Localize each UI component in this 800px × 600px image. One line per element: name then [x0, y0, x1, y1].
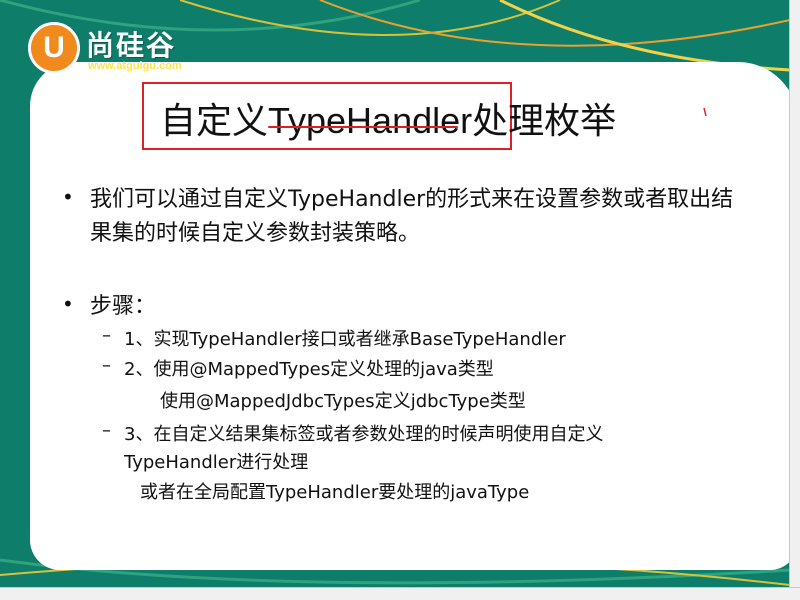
slide-title: 自定义TypeHandler处理枚举 [160, 100, 617, 141]
step-item-continuation: 使用@MappedJdbcTypes定义jdbcType类型 [160, 391, 526, 412]
dash-icon: – [102, 355, 111, 376]
bullet-text: 步骤： [90, 294, 157, 319]
step-item: 3、在自定义结果集标签或者参数处理的时候声明使用自定义 [124, 424, 604, 445]
brand-logo: U 尚硅谷 www.atguigu.com [28, 22, 228, 78]
window-bottom-edge [0, 587, 800, 600]
bullet-dot-icon: • [62, 292, 74, 316]
logo-name: 尚硅谷 [86, 29, 177, 62]
dash-icon: – [102, 420, 111, 441]
logo-mark: U [28, 22, 80, 74]
annotation-mark [703, 108, 707, 116]
logo-url: www.atguigu.com [88, 60, 182, 72]
step-item: 2、使用@MappedTypes定义处理的java类型 [124, 359, 494, 380]
bullet-dot-icon: • [62, 185, 74, 209]
step-item: 1、实现TypeHandler接口或者继承BaseTypeHandler [124, 329, 566, 350]
title-annotation-underline [268, 126, 458, 128]
dash-icon: – [102, 325, 111, 346]
step-item-continuation: 或者在全局配置TypeHandler要处理的javaType [140, 482, 530, 503]
step-item-continuation: TypeHandler进行处理 [124, 452, 309, 473]
bullet-text: 我们可以通过自定义TypeHandler的形式来在设置参数或者取出结果集的时候自… [90, 187, 734, 246]
window-right-edge [789, 0, 800, 600]
